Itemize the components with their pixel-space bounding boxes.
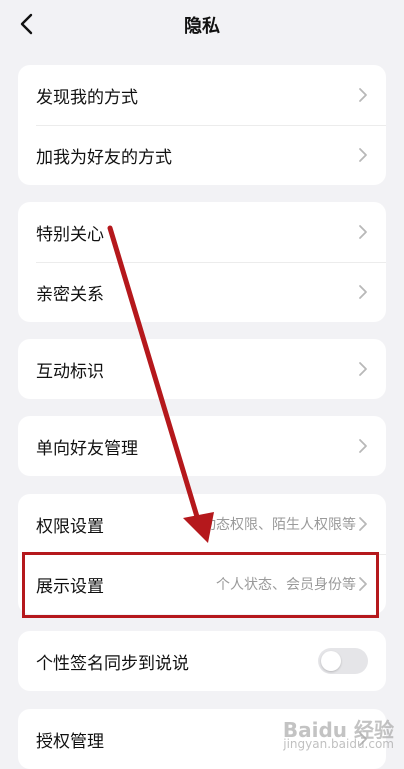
chevron-right-icon xyxy=(359,88,367,102)
row-subtitle: 动态权限、陌生人权限等 xyxy=(202,517,356,533)
chevron-right-icon xyxy=(359,577,367,591)
settings-group-discovery: 发现我的方式 加我为好友的方式 xyxy=(18,65,386,185)
page-title: 隐私 xyxy=(184,16,220,37)
toggle-knob xyxy=(321,651,341,671)
chevron-right-icon xyxy=(359,362,367,376)
row-label: 加我为好友的方式 xyxy=(36,147,172,168)
watermark: Baidu 经验 jingyan.baidu.com xyxy=(282,718,394,751)
chevron-right-icon xyxy=(359,285,367,299)
row-intimate-relations[interactable]: 亲密关系 xyxy=(18,262,386,322)
row-label: 互动标识 xyxy=(36,361,104,382)
row-label: 授权管理 xyxy=(36,731,104,752)
settings-group-interaction: 互动标识 xyxy=(18,339,386,399)
row-label: 单向好友管理 xyxy=(36,438,138,459)
signature-sync-toggle[interactable] xyxy=(318,648,368,674)
row-discover-me[interactable]: 发现我的方式 xyxy=(18,65,386,125)
row-display-settings[interactable]: 展示设置 个人状态、会员身份等 xyxy=(18,554,386,614)
header-bar: 隐私 xyxy=(0,0,404,48)
row-permission-settings[interactable]: 权限设置 动态权限、陌生人权限等 xyxy=(18,494,386,554)
chevron-right-icon xyxy=(359,225,367,239)
row-label: 个性签名同步到说说 xyxy=(36,653,189,674)
row-label: 发现我的方式 xyxy=(36,87,138,108)
row-label: 亲密关系 xyxy=(36,284,104,305)
settings-group-one-way: 单向好友管理 xyxy=(18,416,386,476)
row-label: 展示设置 xyxy=(36,576,104,597)
watermark-url: jingyan.baidu.com xyxy=(283,737,394,751)
settings-group-signature: 个性签名同步到说说 xyxy=(18,631,386,691)
chevron-right-icon xyxy=(359,439,367,453)
row-special-care[interactable]: 特别关心 xyxy=(18,202,386,262)
row-add-friend-method[interactable]: 加我为好友的方式 xyxy=(18,125,386,185)
settings-group-permissions: 权限设置 动态权限、陌生人权限等 展示设置 个人状态、会员身份等 xyxy=(18,494,386,614)
row-subtitle: 个人状态、会员身份等 xyxy=(216,577,356,593)
chevron-right-icon xyxy=(359,148,367,162)
row-one-way-friends[interactable]: 单向好友管理 xyxy=(18,416,386,476)
settings-group-relations: 特别关心 亲密关系 xyxy=(18,202,386,322)
row-interaction-badges[interactable]: 互动标识 xyxy=(18,339,386,399)
row-label: 特别关心 xyxy=(36,224,104,245)
watermark-brand: Baidu 经验 xyxy=(282,718,394,742)
row-signature-sync: 个性签名同步到说说 xyxy=(18,631,386,691)
row-label: 权限设置 xyxy=(36,516,104,537)
chevron-right-icon xyxy=(359,517,367,531)
